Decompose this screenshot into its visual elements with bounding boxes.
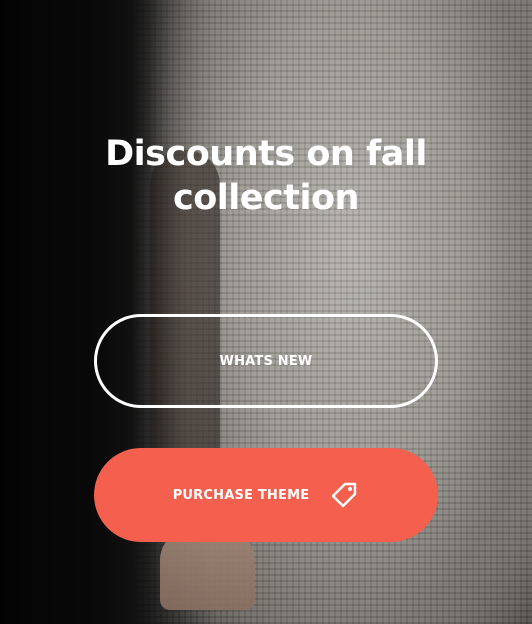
hero-title-line-2: collection — [173, 178, 359, 218]
whats-new-label: WHATS NEW — [219, 353, 313, 369]
purchase-theme-label: PURCHASE THEME — [172, 487, 310, 503]
hero-section: Discounts on fall collection WHATS NEW P… — [0, 0, 532, 624]
hero-title-line-1: Discounts on fall — [105, 134, 427, 174]
purchase-theme-button[interactable]: PURCHASE THEME — [94, 448, 438, 542]
whats-new-button[interactable]: WHATS NEW — [94, 314, 438, 408]
hero-title: Discounts on fall collection — [0, 132, 532, 220]
tag-icon — [331, 481, 359, 509]
